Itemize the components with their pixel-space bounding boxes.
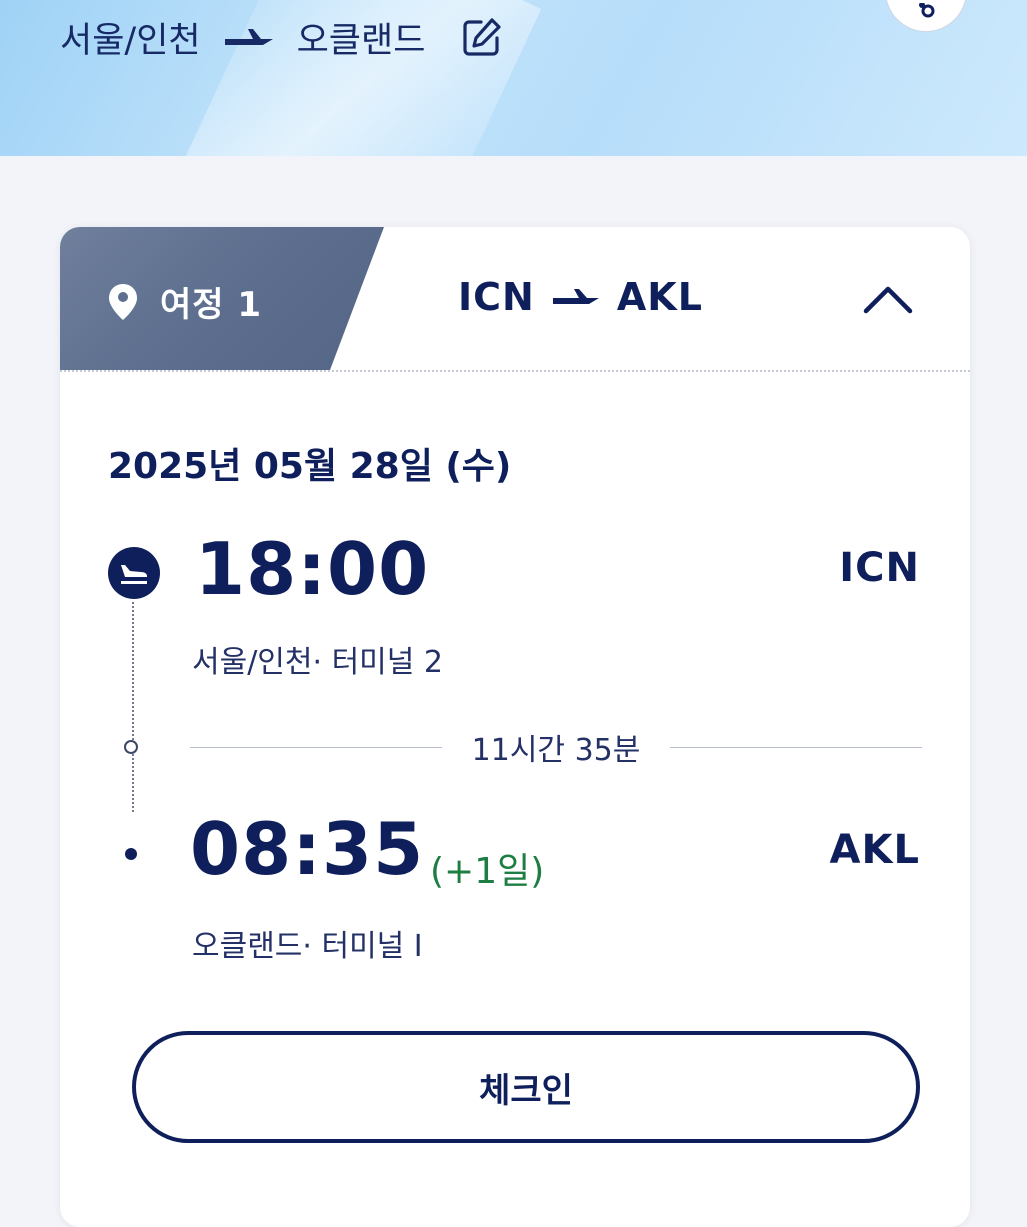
route-to-code: AKL — [616, 275, 703, 319]
header-divider — [60, 370, 970, 372]
itinerary-tab: 여정 1 — [60, 227, 384, 370]
duration-line-right — [670, 746, 922, 748]
flight-duration: 11시간 35분 — [190, 727, 922, 768]
duration-text: 11시간 35분 — [471, 733, 641, 768]
arrival-day-offset: (+1일) — [430, 851, 545, 892]
arrival-time: 08:35 — [190, 807, 425, 891]
chevron-up-icon[interactable] — [860, 279, 916, 319]
route-destination: 오클랜드 — [296, 20, 426, 61]
arrival-code: AKL — [829, 827, 920, 873]
edit-icon[interactable] — [461, 16, 503, 58]
route-title: 서울/인천 오클랜드 — [60, 12, 503, 62]
departure-time: 18:00 — [195, 527, 430, 611]
duration-line-left — [190, 746, 442, 748]
flight-date: 2025년 05월 28일 (수) — [108, 446, 512, 487]
departure-plane-icon — [108, 547, 160, 599]
hero-banner: 서울/인천 오클랜드 — [0, 0, 1027, 156]
route-origin: 서울/인천 — [60, 20, 201, 61]
departure-place: 서울/인천· 터미널 2 — [192, 645, 444, 680]
timeline-line — [132, 602, 134, 812]
location-pin-icon — [109, 283, 137, 320]
itinerary-card: 여정 1 ICN AKL 2025년 05월 28일 (수) 18:00 ICN… — [60, 227, 970, 1227]
share-icon — [919, 3, 935, 18]
timeline-midpoint — [124, 740, 138, 754]
arrival-place: 오클랜드· 터미널 I — [192, 929, 423, 964]
route-from-code: ICN — [458, 275, 535, 319]
card-route: ICN AKL — [458, 275, 703, 319]
timeline-arrival-dot — [125, 848, 137, 860]
share-button[interactable] — [885, 0, 967, 32]
plane-right-icon — [224, 29, 273, 45]
plane-right-icon — [552, 289, 599, 304]
checkin-button[interactable]: 체크인 — [132, 1031, 920, 1143]
itinerary-label: 여정 1 — [160, 285, 263, 325]
departure-code: ICN — [839, 545, 920, 591]
